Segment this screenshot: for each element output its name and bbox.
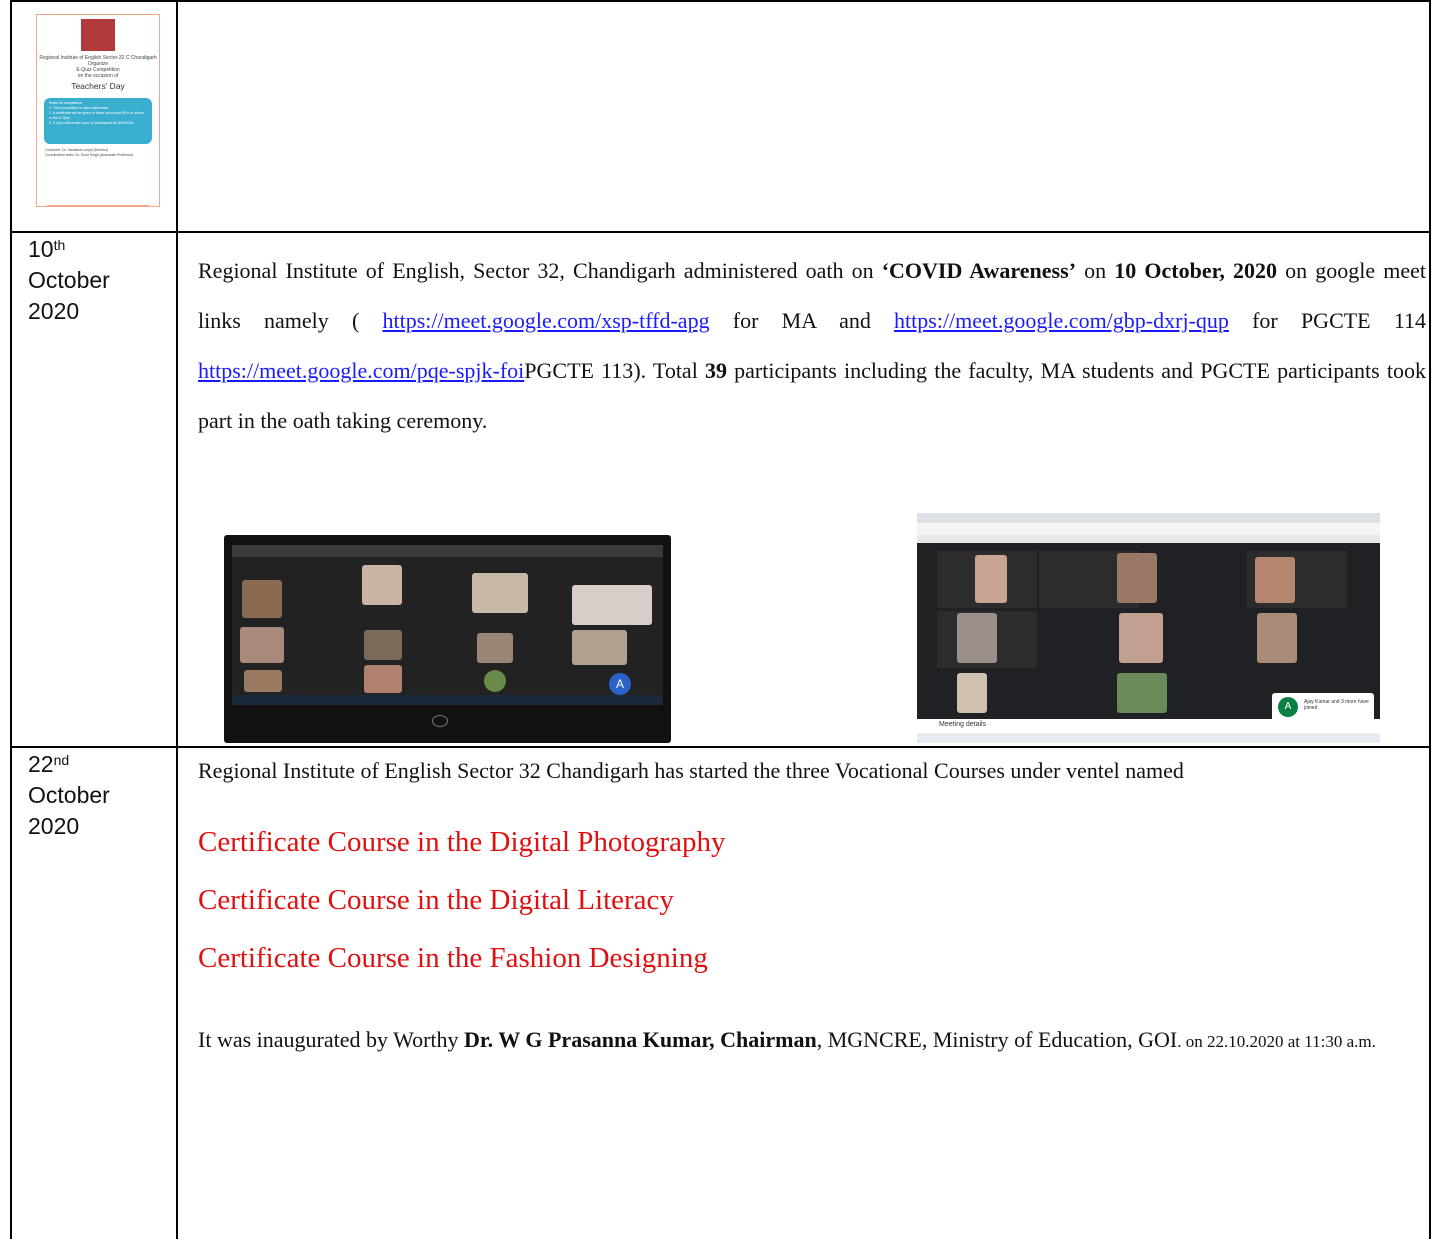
course-fashion-designing: Certificate Course in the Fashion Design… [198,942,708,974]
course-digital-literacy: Certificate Course in the Digital Litera… [198,884,674,916]
activity-table: Regional Institute of English Sector-32 … [10,0,1431,1239]
meet-link-pgcte-114[interactable]: https://meet.google.com/gbp-dxrj-qup [894,308,1229,333]
windows-taskbar [917,733,1380,743]
row1-description: Regional Institute of English, Sector 32… [198,258,1427,433]
taskbar [232,695,663,705]
meeting-details-label: Meeting details [939,721,987,728]
row-divider-1 [12,231,1429,233]
column-divider [176,0,178,1239]
meet-bottom-bar: Meeting details [917,719,1380,733]
row2-intro: Regional Institute of English Sector 32 … [198,758,1184,783]
avatar-icon: A [1278,697,1298,717]
table-border-top [12,0,1429,2]
row1-date-day: 10th [28,236,66,262]
row-divider-2 [12,746,1429,748]
poster-rule-3: 3. E-Quiz will remain open to participan… [49,121,135,125]
row2-inauguration: It was inaugurated by Worthy Dr. W G Pra… [198,1027,1376,1052]
poster-rule-2: 2. A certificate will be given to those … [49,111,144,120]
meet-link-ma[interactable]: https://meet.google.com/xsp-tffd-apg [382,308,709,333]
poster-footer-line [47,205,149,206]
row1-date-month: October [28,267,110,293]
meet-photo-left: A [224,535,671,743]
join-notice-text: Ajay Kumar and 3 more have joined [1304,699,1369,711]
institute-logo [81,19,115,51]
course-digital-photography: Certificate Course in the Digital Photog… [198,826,726,858]
monitor-screen: A [232,545,663,695]
row1-date-year: 2020 [28,298,80,324]
course-list: Certificate Course in the Digital Photog… [198,823,726,978]
row2-date-year: 2020 [28,813,80,839]
poster-rules-box: Rules for competition 1. This competitio… [44,98,152,144]
teachers-day-poster: Regional Institute of English Sector-32 … [36,14,160,207]
hp-logo-icon [432,715,448,727]
meet-screenshot-right: A Ajay Kumar and 3 more have joined Meet… [917,513,1380,743]
poster-coordination: Coordination team: Dr. Sunil Singh (Asso… [45,153,134,157]
row2-date-month: October [28,782,110,808]
poster-occasion: on the occasion of [77,73,119,79]
meet-link-pgcte-113[interactable]: https://meet.google.com/pqe-spjk-foi [198,358,524,383]
row2-date-day: 22nd [28,751,70,777]
avatar-icon: A [609,673,631,695]
poster-title: Teachers' Day [71,81,125,91]
row2-date: 22nd October 2020 [28,749,110,842]
row1-date: 10th October 2020 [28,234,110,327]
